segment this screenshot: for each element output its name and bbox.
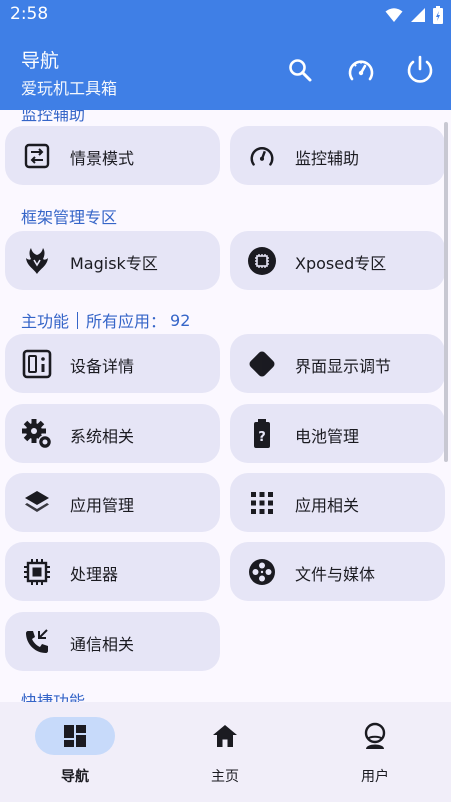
- nav-tab-navigation[interactable]: 导航: [0, 702, 150, 802]
- nav-tab-home[interactable]: 主页: [150, 702, 300, 802]
- nav-tab-user[interactable]: 用户: [300, 702, 450, 802]
- home-icon: [213, 725, 237, 747]
- tile-label: 通信相关: [70, 635, 135, 654]
- tile-processor[interactable]: 处理器: [5, 542, 220, 601]
- search-button[interactable]: [282, 52, 318, 88]
- nav-icon-wrap: [185, 717, 265, 755]
- bottom-navigation: 导航 主页 用户: [0, 702, 451, 802]
- dashboard-icon: [64, 725, 86, 747]
- tile-communication[interactable]: 通信相关: [5, 612, 220, 671]
- svg-text:?: ?: [258, 430, 266, 445]
- nav-label: 用户: [361, 769, 389, 785]
- grid-icon: [246, 487, 278, 519]
- section-main-label: 主功能 所有应用： 92: [21, 308, 190, 332]
- tile-label: Xposed专区: [295, 254, 387, 273]
- app-subtitle: 爱玩机工具箱: [21, 79, 118, 98]
- tile-magisk[interactable]: Magisk专区: [5, 231, 220, 290]
- battery-status-icon: [433, 6, 443, 24]
- tile-files-media[interactable]: 文件与媒体: [230, 542, 445, 601]
- chip-circle-icon: [246, 245, 278, 277]
- swap-arrows-icon: [21, 140, 53, 172]
- search-icon: [289, 59, 312, 82]
- tile-battery[interactable]: ? 电池管理: [230, 404, 445, 463]
- tile-label: 监控辅助: [295, 149, 360, 168]
- magisk-icon: [21, 245, 53, 277]
- tile-app-manage[interactable]: 应用管理: [5, 473, 220, 532]
- speedometer-icon: [246, 140, 278, 172]
- tile-label: 应用管理: [70, 496, 135, 515]
- power-icon: [407, 55, 433, 83]
- nav-active-indicator: [35, 717, 115, 755]
- power-button[interactable]: [402, 52, 438, 88]
- tile-label: 处理器: [70, 565, 119, 584]
- tile-label: 设备详情: [70, 357, 135, 376]
- processor-icon: [21, 556, 53, 588]
- tile-display-adjust[interactable]: 界面显示调节: [230, 334, 445, 393]
- monitor-button[interactable]: [343, 52, 379, 88]
- device-icon: [21, 348, 53, 380]
- film-reel-icon: [246, 556, 278, 588]
- nav-icon-wrap: [335, 717, 415, 755]
- nav-label: 导航: [61, 769, 89, 785]
- tile-label: 应用相关: [295, 496, 360, 515]
- nav-label: 主页: [211, 769, 239, 785]
- tile-monitor-assist[interactable]: 监控辅助: [230, 126, 445, 185]
- user-icon: [364, 722, 386, 749]
- tile-scene-mode[interactable]: 情景模式: [5, 126, 220, 185]
- status-bar: 2:58: [0, 0, 451, 30]
- tile-label: 文件与媒体: [295, 565, 376, 584]
- signal-icon: [411, 8, 425, 22]
- tile-app-related[interactable]: 应用相关: [230, 473, 445, 532]
- section-shortcuts-label: 快捷功能: [21, 692, 86, 702]
- all-apps-label: 所有应用：: [86, 312, 167, 331]
- section-monitor-label: 监控辅助: [21, 110, 86, 124]
- separator: [77, 311, 79, 329]
- status-time: 2:58: [10, 4, 49, 24]
- tile-xposed[interactable]: Xposed专区: [230, 231, 445, 290]
- app-bar: 导航 爱玩机工具箱: [0, 30, 451, 110]
- status-icons: [385, 6, 443, 24]
- phone-icon: [21, 626, 53, 658]
- display-diamond-icon: [246, 348, 278, 380]
- wifi-icon: [385, 8, 403, 22]
- tile-label: 情景模式: [70, 149, 135, 168]
- tile-device-info[interactable]: 设备详情: [5, 334, 220, 393]
- all-apps-count: 92: [170, 310, 191, 330]
- app-title: 导航: [21, 50, 60, 72]
- gear-icon: [21, 418, 53, 450]
- tile-label: 界面显示调节: [295, 357, 392, 376]
- section-framework-label: 框架管理专区: [21, 208, 118, 227]
- tile-system[interactable]: 系统相关: [5, 404, 220, 463]
- battery-icon: ?: [246, 418, 278, 450]
- navigation-content[interactable]: 监控辅助 情景模式 监控辅助 框架管理专区 Magisk专区 Xposed专区 …: [0, 110, 451, 702]
- tile-label: 系统相关: [70, 427, 135, 446]
- scrollbar[interactable]: [444, 122, 448, 462]
- main-features-label: 主功能: [21, 312, 70, 331]
- tile-label: 电池管理: [295, 427, 360, 446]
- speedometer-icon: [348, 60, 374, 81]
- tile-label: Magisk专区: [70, 254, 158, 273]
- layers-icon: [21, 487, 53, 519]
